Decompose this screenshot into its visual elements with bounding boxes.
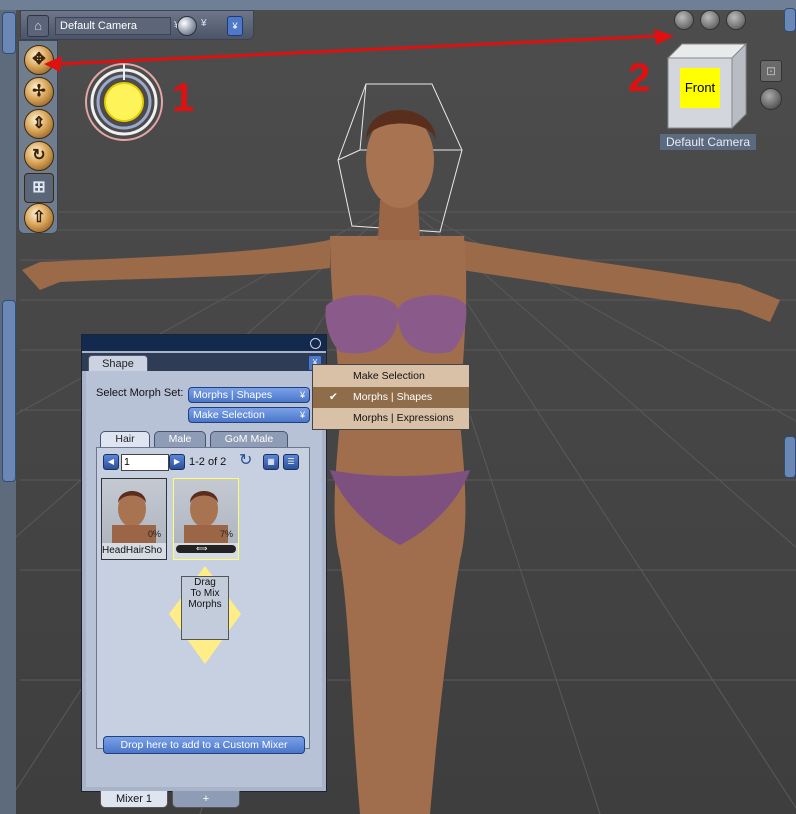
menu-item-label: Make Selection <box>353 370 425 382</box>
menu-item-make-selection[interactable]: Make Selection <box>313 366 469 387</box>
top-bar <box>0 0 796 10</box>
menu-item-morphs-shapes[interactable]: ✔ Morphs | Shapes <box>313 387 469 408</box>
selection-value: Make Selection <box>193 409 265 421</box>
annotation-number-1: 1 <box>172 76 195 120</box>
close-icon[interactable] <box>310 338 321 349</box>
page-count: 1-2 of 2 <box>189 456 227 468</box>
panel-body: Select Morph Set: Morphs | Shapes ¥ Make… <box>86 371 322 808</box>
left-panel-collapse-handle[interactable] <box>2 300 16 482</box>
select-morph-set-label: Select Morph Set: <box>96 387 184 399</box>
list-view-icon[interactable]: ☰ <box>283 454 299 470</box>
shape-panel: Shape ¥ Select Morph Set: Morphs | Shape… <box>81 334 327 808</box>
drag-tip-line-3: Morphs <box>188 599 222 610</box>
rotate-icon[interactable]: ↻ <box>24 141 54 171</box>
move-icon[interactable] <box>674 10 694 30</box>
dolly-icon[interactable]: ⇕ <box>24 109 54 139</box>
aim-small-icon[interactable] <box>760 88 782 110</box>
drag-tip-line-1: Drag <box>194 577 216 588</box>
morph-thumbnail-selected[interactable]: 7% ⟺ <box>173 478 239 560</box>
drag-to-mix-tooltip: Drag To Mix Morphs <box>181 576 229 640</box>
aim-icon[interactable]: ⇧ <box>24 203 54 233</box>
current-camera-label: Default Camera <box>660 134 756 150</box>
next-page-icon[interactable]: ▶ <box>169 454 185 470</box>
morph-thumbnail[interactable]: 0% HeadHairSho <box>101 478 167 560</box>
morph-set-select[interactable]: Morphs | Shapes ¥ <box>188 387 310 403</box>
morph-name: HeadHairSho <box>102 545 163 556</box>
refresh-icon[interactable]: ↻ <box>239 452 257 470</box>
frame-icon[interactable]: ⊞ <box>24 173 54 203</box>
chevron-down-icon: ¥ <box>299 410 305 420</box>
morph-set-value: Morphs | Shapes <box>193 389 273 401</box>
tab-hair[interactable]: Hair <box>100 431 150 447</box>
add-mixer-tab[interactable]: + <box>172 791 240 808</box>
frame-small-icon[interactable]: ⊡ <box>760 60 782 82</box>
right-panel-top-handle[interactable] <box>784 8 796 32</box>
right-panel-collapse-handle[interactable] <box>784 436 796 478</box>
tab-mixer-1[interactable]: Mixer 1 <box>100 791 168 808</box>
tab-gom-male[interactable]: GoM Male <box>210 431 288 447</box>
grid-view-icon[interactable]: ▦ <box>263 454 279 470</box>
tab-shape[interactable]: Shape <box>88 355 148 372</box>
morph-percent: 0% <box>148 529 162 539</box>
checkmark-icon: ✔ <box>329 391 338 403</box>
selection-select[interactable]: Make Selection ¥ <box>188 407 310 423</box>
annotation-arrow <box>44 29 674 72</box>
tab-male[interactable]: Male <box>154 431 206 447</box>
menu-item-label: Morphs | Expressions <box>353 412 454 424</box>
previous-page-icon[interactable]: ◀ <box>103 454 119 470</box>
morph-set-dropdown-menu: Make Selection ✔ Morphs | Shapes Morphs … <box>312 364 470 430</box>
view-cube-front-face[interactable]: Front <box>680 68 720 108</box>
slider-handle-icon[interactable]: ⟺ <box>196 545 212 553</box>
left-panel-top-handle[interactable] <box>2 12 16 54</box>
menu-item-label: Morphs | Shapes <box>353 391 433 403</box>
menu-item-morphs-expressions[interactable]: Morphs | Expressions <box>313 408 469 429</box>
page-input[interactable]: 1 <box>121 454 169 471</box>
morph-content-area: ◀ 1 ▶ 1-2 of 2 ↻ ▦ ☰ 0% HeadHairSho 7% ⟺ <box>96 447 310 754</box>
annotation-number-2: 2 <box>628 56 651 100</box>
morph-percent: 7% <box>220 529 234 539</box>
drag-tip-line-2: To Mix <box>190 588 220 599</box>
panel-title-bar[interactable] <box>82 335 326 351</box>
morph-slider[interactable]: ⟺ <box>176 545 236 553</box>
chevron-down-icon: ¥ <box>299 390 305 400</box>
dolly-small-icon[interactable] <box>726 10 746 30</box>
pan-icon[interactable]: ✢ <box>24 77 54 107</box>
orbit-small-icon[interactable] <box>700 10 720 30</box>
custom-mixer-drop-zone[interactable]: Drop here to add to a Custom Mixer <box>103 736 305 754</box>
